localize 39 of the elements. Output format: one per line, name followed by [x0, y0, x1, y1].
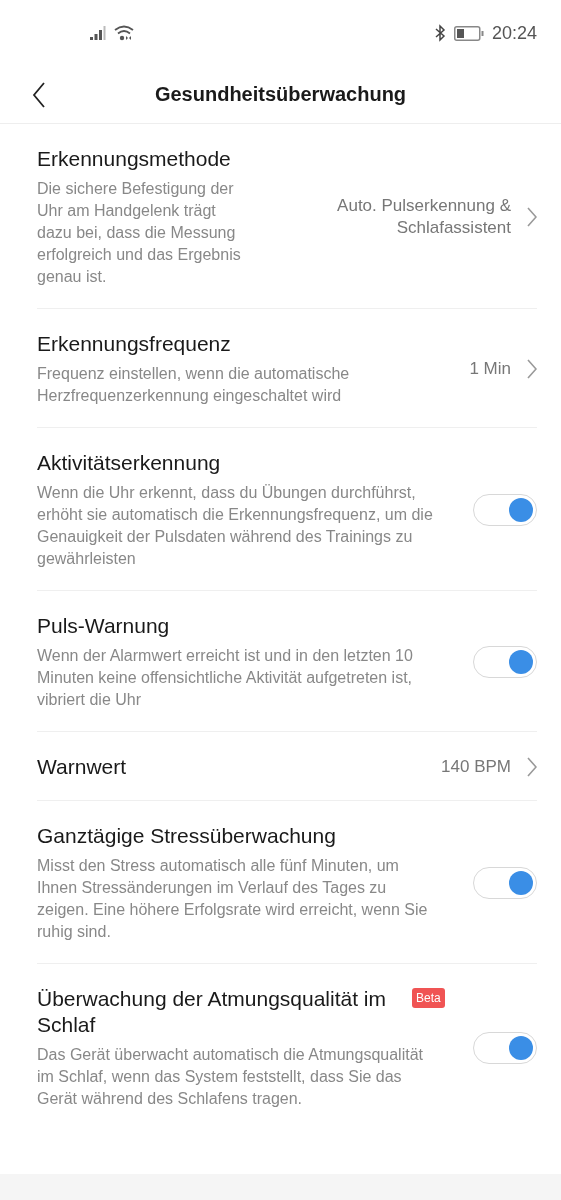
- setting-description: Die sichere Befestigung der Uhr am Handgelenk trägt dazu bei, dass die Messung erfolgreich und das Ergebnis genau ist.: [37, 179, 242, 287]
- settings-row[interactable]: Ganztägige Stressüberwachung Misst den Stress automatisch alle fünf Minuten, um Ihnen Stressänderungen im Verlauf des Tages zu zeigen. Eine höhere Erfolgsrate wird erreicht, wenn Sie ruhig sind.: [37, 801, 537, 964]
- setting-title: Ganztägige Stressüberwachung: [37, 823, 336, 849]
- setting-title: Erkennungsmethode: [37, 146, 231, 172]
- settings-row[interactable]: Warnwert 140 BPM: [37, 732, 537, 801]
- setting-description: Das Gerät überwacht automatisch die Atmungsqualität im Schlaf, wenn das System feststellt, dass Sie das Gerät während des Schlafens tragen.: [37, 1045, 424, 1109]
- toggle-switch[interactable]: [473, 1032, 537, 1064]
- back-icon: [32, 82, 46, 108]
- beta-badge: Beta: [412, 988, 445, 1008]
- page-title: Gesundheitsüberwachung: [154, 83, 407, 106]
- wifi-icon: [114, 25, 134, 41]
- back-button[interactable]: [30, 80, 48, 110]
- toggle-switch[interactable]: [473, 494, 537, 526]
- setting-title: Überwachung der Atmungsqualität im Schlaf: [37, 986, 388, 1038]
- settings-row[interactable]: Erkennungsfrequenz Frequenz einstellen, wenn die automatische Herzfrequenzerkennung eingeschaltet wird 1 Min: [37, 309, 537, 428]
- setting-description: Wenn die Uhr erkennt, dass du Übungen durchführst, erhöht sie automatisch die Erkennungsfrequenz, um die Genauigkeit der Pulsdaten während des Trainings zu gewährleisten: [37, 483, 434, 569]
- signal-icon: [90, 26, 108, 40]
- settings-row[interactable]: Überwachung der Atmungsqualität im Schlaf Beta Das Gerät überwacht automatisch die Atmungsqualität im Schlaf, wenn das System feststellt, dass Sie das Gerät während des Schlafens tragen.: [37, 964, 537, 1130]
- setting-title: Puls-Warnung: [37, 613, 170, 639]
- toggle-switch[interactable]: [473, 646, 537, 678]
- battery-icon: [453, 25, 484, 41]
- setting-description: Wenn der Alarmwert erreicht ist und in den letzten 10 Minuten keine offensichtliche Aktivität aufgetreten ist, vibriert die Uhr: [37, 646, 414, 710]
- setting-title: Erkennungsfrequenz: [37, 331, 231, 357]
- setting-description: Misst den Stress automatisch alle fünf Minuten, um Ihnen Stressänderungen im Verlauf des Tages zu zeigen. Eine höhere Erfolgsrate wird erreicht, wenn Sie ruhig sind.: [37, 856, 429, 942]
- setting-value: 1 Min: [469, 358, 511, 380]
- setting-value: 140 BPM: [441, 756, 511, 778]
- settings-row[interactable]: Erkennungsmethode Die sichere Befestigung der Uhr am Handgelenk trägt dazu bei, dass die Messung erfolgreich und das Ergebnis genau ist. Auto. Pulserkennung & Schlafassistent: [37, 124, 537, 309]
- chevron-icon: [527, 207, 537, 227]
- settings-row[interactable]: Puls-Warnung Wenn der Alarmwert erreicht ist und in den letzten 10 Minuten keine offensichtliche Aktivität aufgetreten ist, vibriert die Uhr: [37, 591, 537, 732]
- setting-title: Aktivitätserkennung: [37, 450, 221, 476]
- status-time: 20:24: [491, 22, 537, 44]
- chevron-icon: [527, 359, 537, 379]
- setting-description: Frequenz einstellen, wenn die automatische Herzfrequenzerkennung eingeschaltet wird: [37, 364, 351, 406]
- chevron-icon: [527, 757, 537, 777]
- setting-title: Warnwert: [37, 754, 127, 780]
- setting-value: Auto. Pulserkennung & Schlafassistent: [336, 195, 511, 239]
- settings-row[interactable]: Aktivitätserkennung Wenn die Uhr erkennt, dass du Übungen durchführst, erhöht sie automatisch die Erkennungsfrequenz, um die Genauigkeit der Pulsdaten während des Trainings zu gewährleisten: [37, 428, 537, 591]
- toggle-switch[interactable]: [473, 867, 537, 899]
- bluetooth-icon: [433, 24, 446, 42]
